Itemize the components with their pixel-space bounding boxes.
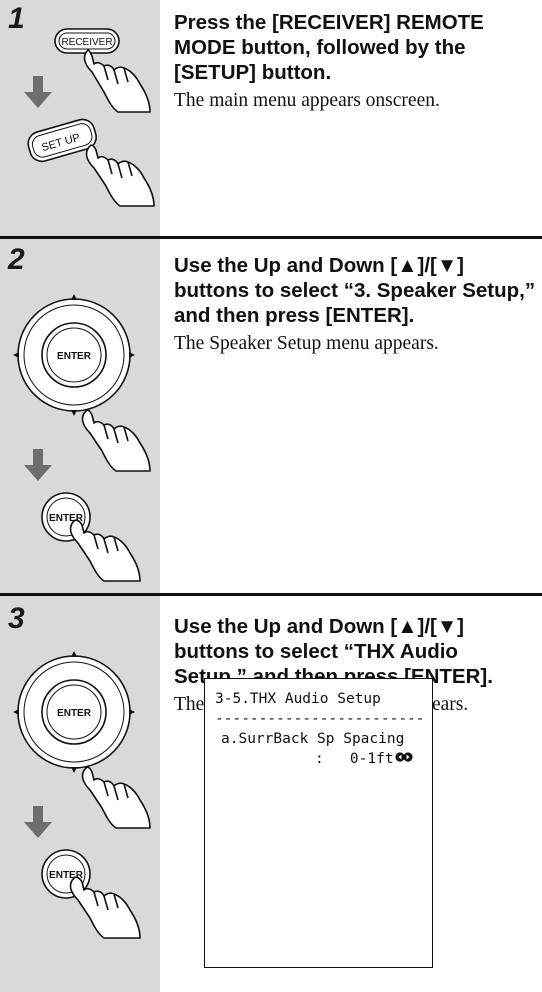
step-title: Press the [RECEIVER] REMOTE MODE button,… [174,11,484,84]
down-arrow-icon [71,767,77,773]
onscreen-menu-display: 3-5.THX Audio Setup --------------------… [204,678,433,968]
step-3-remote-illustration: ENTER ENTER [13,651,151,939]
pointing-hand-icon [81,766,151,829]
step-1-remote-illustration: RECEIVER SET UP [24,28,155,207]
pointing-hand-icon [81,409,151,472]
osd-menu-item-value: : 0-1ft [315,749,413,769]
pointing-hand-icon [69,519,141,582]
osd-menu-title: 3-5.THX Audio Setup [215,691,381,707]
osd-separator: ------------------------ [215,711,425,727]
step-title: Use the Up and Down [▲]/[▼] buttons to s… [174,254,536,327]
receiver-button-icon: RECEIVER [54,28,120,54]
pointing-hand-icon [69,876,141,939]
step-2: 2 ENTER ENTER Use the Up and Down [▲]/[▼… [0,239,542,593]
receiver-button-label: RECEIVER [61,37,112,48]
down-arrow-icon [71,410,77,416]
left-arrow-icon [13,352,19,358]
down-arrow-icon [24,806,52,838]
step-2-remote-illustration: ENTER ENTER [13,294,151,582]
left-right-arrows-icon [394,749,413,769]
right-arrow-icon [129,352,135,358]
osd-menu-item: a.SurrBack Sp Spacing [221,731,405,747]
step-1: 1 RECEIVER SET UP Press the [RECEIVER] R… [0,0,542,236]
right-arrow-icon [129,709,135,715]
direction-pad-icon: ENTER [13,651,135,773]
down-arrow-icon [24,76,52,108]
pointing-hand-icon [83,49,151,113]
up-arrow-icon [71,651,77,657]
enter-ring-label: ENTER [57,708,92,719]
step-2-body: Use the Up and Down [▲]/[▼] buttons to s… [174,253,536,356]
up-arrow-icon [71,294,77,300]
step-description: The Speaker Setup menu appears. [174,333,439,354]
left-arrow-icon [13,709,19,715]
pointing-hand-icon [85,144,155,207]
direction-pad-icon: ENTER [13,294,135,416]
step-description: The main menu appears onscreen. [174,90,440,111]
down-arrow-icon [24,449,52,481]
step-1-body: Press the [RECEIVER] REMOTE MODE button,… [174,10,536,113]
enter-ring-label: ENTER [57,351,92,362]
